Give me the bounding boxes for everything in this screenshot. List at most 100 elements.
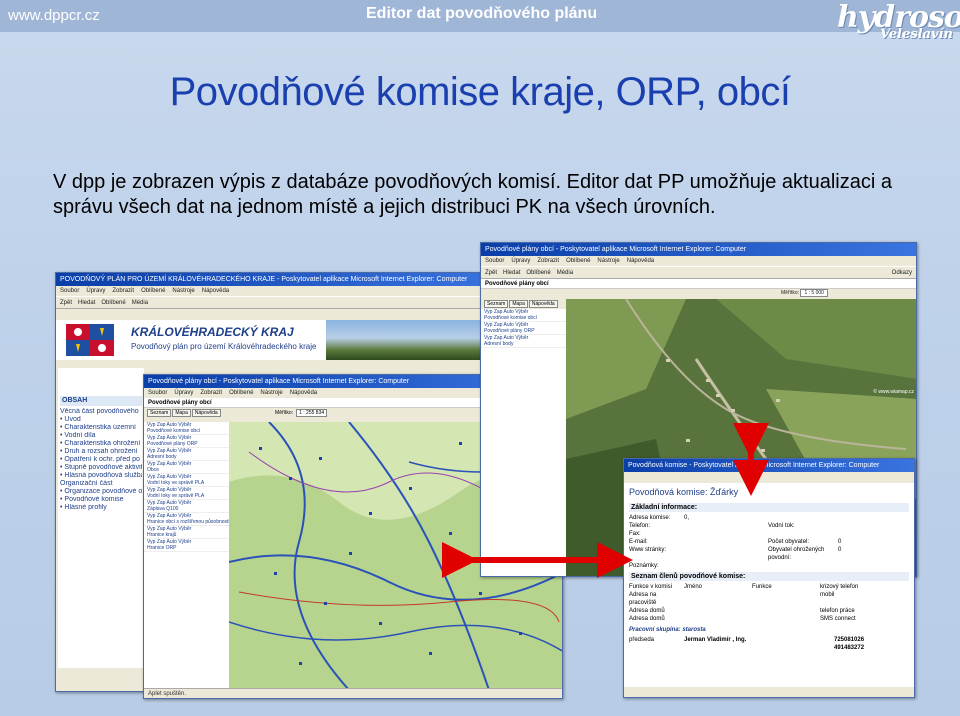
sidebar-nav-item[interactable]: Věcná část povodňového: [60, 408, 142, 416]
layer-item[interactable]: Vyp Zap Auto Výběr Vodní toky ve správě P…: [144, 474, 229, 487]
menu-item[interactable]: Zobrazit: [112, 288, 134, 294]
media-button[interactable]: Média: [557, 270, 573, 276]
tab-mapa[interactable]: Mapa: [172, 409, 191, 417]
sidebar-nav-item[interactable]: • Charakteristika ohrožení: [60, 440, 142, 448]
layer-panel: Vyp Zap Auto Výběr Povodňové komise obcí V…: [144, 422, 229, 688]
menu-item[interactable]: Úpravy: [174, 390, 193, 396]
window-titlebar[interactable]: Povodňová komise - Poskytovatel aplikace…: [624, 459, 914, 472]
layer-item[interactable]: Vyp Zap Auto Výběr Povodňové komise obcí: [481, 309, 566, 322]
layer-item[interactable]: Vyp Zap Auto Výběr Povodňové plány ORP: [144, 435, 229, 448]
table-cell: 0: [838, 547, 842, 553]
back-button[interactable]: Zpět: [485, 270, 497, 276]
phone-1: 725081026: [834, 637, 865, 643]
menu-item[interactable]: Zobrazit: [200, 390, 222, 396]
sidebar-nav-item[interactable]: • Organizace povodňové o: [60, 488, 142, 496]
layer-item[interactable]: Vyp Zap Auto Výběr Povodňové komise obcí: [144, 422, 229, 435]
table-cell: [684, 591, 752, 607]
sidebar-nav-item[interactable]: • Hlásné profily: [60, 504, 142, 512]
table-cell: Vodní tok:: [768, 523, 795, 529]
tab-bar: Seznam Mapa Nápověda: [481, 299, 566, 309]
sidebar-nav-item[interactable]: Organizační část: [60, 480, 142, 488]
table-row: Adresa na pracoviště mobil: [629, 591, 909, 607]
menu-item[interactable]: Oblíbené: [229, 390, 253, 396]
table-cell: [684, 615, 752, 623]
menu-item[interactable]: Zobrazit: [537, 258, 559, 264]
table-cell: [838, 514, 898, 522]
sidebar-nav-item[interactable]: • Úvod: [60, 416, 142, 424]
layer-item[interactable]: Vyp Zap Auto Výběr Adresní body: [481, 335, 566, 348]
basic-info-header: Základní informace:: [629, 503, 909, 512]
scale-select[interactable]: 1 : 5 000: [800, 289, 828, 297]
menu-item[interactable]: Nástroje: [260, 390, 282, 396]
menu-item[interactable]: Nápověda: [202, 288, 229, 294]
search-button[interactable]: Hledat: [78, 300, 95, 306]
menu-item[interactable]: Soubor: [148, 390, 167, 396]
sidebar-nav-item[interactable]: • Opatření k ochr. před po: [60, 456, 142, 464]
tab-seznam[interactable]: Seznam: [484, 300, 509, 308]
nav-header: OBSAH: [60, 396, 142, 406]
scale-select[interactable]: 1 : 255 834: [296, 409, 328, 417]
window-titlebar[interactable]: Povodňové plány obcí - Poskytovatel apli…: [481, 243, 916, 256]
layer-item[interactable]: Vyp Zap Auto Výběr Hranice obcí s rozšíře…: [144, 513, 229, 526]
sidebar-nav-item[interactable]: • Stupně povodňové aktivity: [60, 464, 142, 472]
table-row: Adresa domů SMS connect: [629, 615, 909, 623]
menu-item[interactable]: Oblíbené: [566, 258, 590, 264]
layer-item[interactable]: Vyp Zap Auto Výběr Adresní body: [144, 448, 229, 461]
menu-item[interactable]: Úpravy: [511, 258, 530, 264]
app-page-title: Povodňové plány obcí: [481, 279, 916, 289]
sidebar-nav-item[interactable]: • Druh a rozsah ohrožení: [60, 448, 142, 456]
sidebar-nav-item[interactable]: • Vodní díla: [60, 432, 142, 440]
layer-item[interactable]: Vyp Zap Auto Výběr Vodní toky ve správě P…: [144, 487, 229, 500]
table-row: Fax:: [629, 530, 909, 538]
table-cell: Obyvatel ohrožených povodní:: [768, 547, 825, 561]
layer-panel: Seznam Mapa Nápověda Vyp Zap Auto Výběr Pov…: [481, 299, 566, 576]
table-cell: mobil: [820, 592, 835, 598]
table-cell: Adresa domů: [629, 616, 665, 622]
layer-item[interactable]: Vyp Zap Auto Výběr Povodňové plány ORP: [481, 322, 566, 335]
search-button[interactable]: Hledat: [503, 270, 520, 276]
links-label[interactable]: Odkazy: [892, 267, 912, 280]
tab-seznam[interactable]: Seznam: [147, 409, 172, 417]
layer-name: Obce: [147, 467, 159, 473]
back-button[interactable]: Zpět: [60, 300, 72, 306]
sidebar-nav-item[interactable]: • Hlásná povodňová služba: [60, 472, 142, 480]
table-cell: 0: [838, 539, 842, 545]
top-bar: www.dppcr.cz Editor dat povodňového plán…: [0, 0, 960, 32]
layer-name: Adresní body: [147, 454, 177, 460]
layer-item[interactable]: Vyp Zap Auto Výběr Hranice krajů: [144, 526, 229, 539]
favorites-button[interactable]: Oblíbené: [101, 300, 125, 306]
table-cell: [752, 591, 820, 607]
menu-item[interactable]: Oblíbené: [141, 288, 165, 294]
menu-item[interactable]: Nápověda: [290, 390, 317, 396]
menu-item[interactable]: Nástroje: [597, 258, 619, 264]
layer-name: Povodňové plány ORP: [484, 328, 535, 334]
tab-napoveda[interactable]: Nápověda: [191, 409, 221, 417]
tab-mapa[interactable]: Mapa: [509, 300, 528, 308]
layer-item[interactable]: Vyp Zap Auto Výběr Hranice ORP: [144, 539, 229, 552]
table-cell: [838, 530, 898, 538]
table-cell: Adresa domů: [629, 608, 665, 614]
tab-napoveda[interactable]: Nápověda: [528, 300, 558, 308]
menu-item[interactable]: Úpravy: [86, 288, 105, 294]
ie-window-komise-detail[interactable]: Povodňová komise - Poskytovatel aplikace…: [623, 458, 915, 698]
layer-item[interactable]: Vyp Zap Auto Výběr Obce: [144, 461, 229, 474]
site-url[interactable]: www.dppcr.cz: [8, 7, 100, 24]
window-titlebar[interactable]: POVODŇOVÝ PLÁN PRO ÚZEMÍ KRÁLOVÉHRADECKÉ…: [56, 273, 509, 286]
menu-item[interactable]: Soubor: [60, 288, 79, 294]
media-button[interactable]: Média: [132, 300, 148, 306]
table-cell: 0,: [684, 515, 690, 521]
menu-item[interactable]: Nápověda: [627, 258, 654, 264]
table-cell: [684, 562, 768, 570]
scale-label: Měřítko:: [781, 290, 800, 296]
layer-name: Vodní toky ve správě PLA: [147, 493, 205, 499]
layer-item[interactable]: Vyp Zap Auto Výběr Záplava Q100: [144, 500, 229, 513]
table-cell: Adresa komise:: [629, 515, 671, 521]
favorites-button[interactable]: Oblíbené: [526, 270, 550, 276]
sidebar-nav-item[interactable]: • Povodňové komise: [60, 496, 142, 504]
menu-item[interactable]: Nástroje: [172, 288, 194, 294]
menu-item[interactable]: Soubor: [485, 258, 504, 264]
sidebar-nav-item[interactable]: • Charakteristika územní: [60, 424, 142, 432]
table-cell: telefon práce: [820, 608, 855, 614]
basic-info-table: Adresa komise: 0, Telefon: Vodní tok: Fax: E-…: [629, 514, 909, 570]
scale-label: Měřítko:: [275, 410, 294, 416]
